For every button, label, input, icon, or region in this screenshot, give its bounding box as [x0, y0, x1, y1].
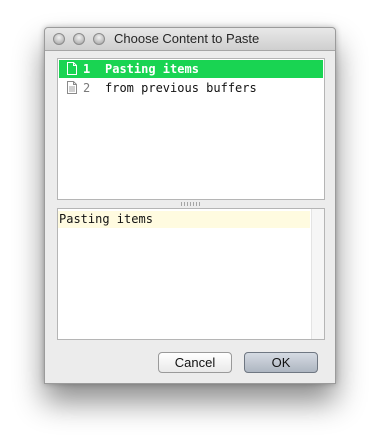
zoom-icon[interactable]: [93, 33, 105, 45]
list-item[interactable]: 2 from previous buffers: [59, 79, 323, 97]
list-item-label: Pasting items: [105, 62, 199, 76]
minimize-icon[interactable]: [73, 33, 85, 45]
document-icon: [67, 81, 77, 94]
preview-text: Pasting items: [58, 211, 310, 228]
document-icon: [67, 62, 77, 75]
cancel-button[interactable]: Cancel: [158, 352, 232, 373]
preview-scrollbar[interactable]: [311, 209, 324, 339]
paste-dialog: Choose Content to Paste 1 Pasting items …: [44, 27, 336, 384]
paste-items-list[interactable]: 1 Pasting items 2 from previous buffers: [57, 58, 325, 200]
pane-splitter[interactable]: [57, 200, 325, 208]
list-item[interactable]: 1 Pasting items: [59, 60, 323, 78]
list-item-index: 1: [83, 62, 91, 76]
list-item-index: 2: [83, 81, 91, 95]
close-icon[interactable]: [53, 33, 65, 45]
ok-button[interactable]: OK: [244, 352, 318, 373]
preview-pane[interactable]: Pasting items: [57, 208, 325, 340]
splitter-grip-icon[interactable]: [181, 202, 201, 206]
title-bar[interactable]: Choose Content to Paste: [45, 28, 335, 51]
list-item-label: from previous buffers: [105, 81, 257, 95]
window-title: Choose Content to Paste: [114, 31, 260, 46]
